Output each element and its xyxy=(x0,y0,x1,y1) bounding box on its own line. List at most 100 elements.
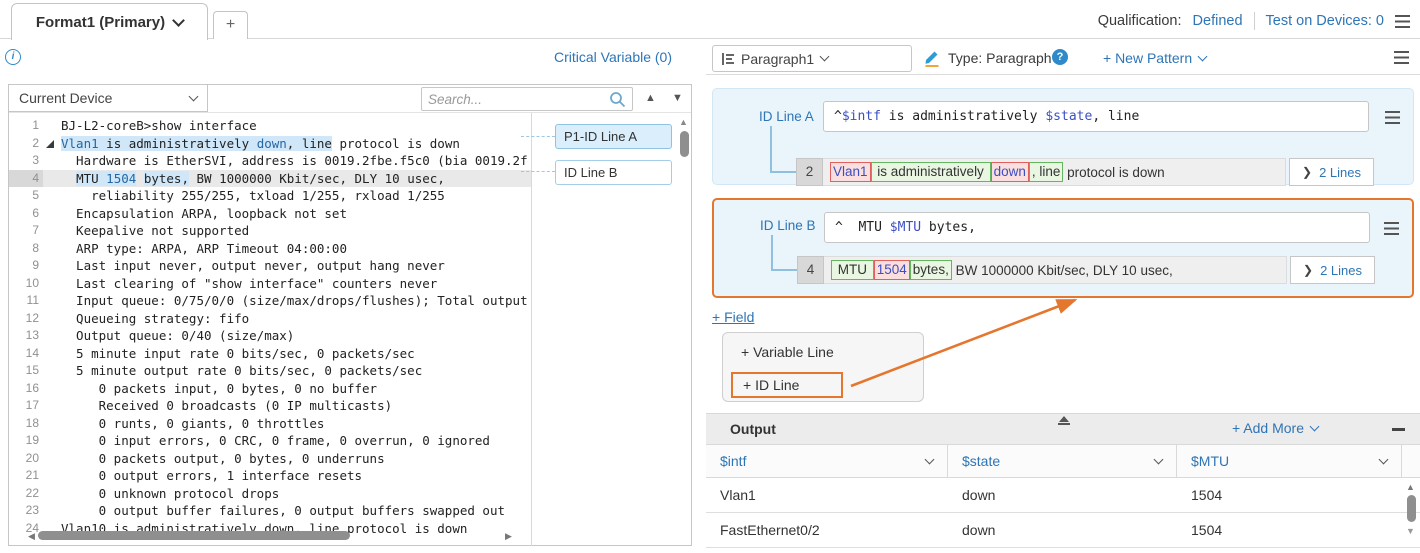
connector xyxy=(771,269,797,271)
add-more-button[interactable]: + Add More xyxy=(1232,420,1318,436)
code-line[interactable]: 9 Last input never, output never, output… xyxy=(9,257,531,275)
table-row[interactable]: Vlan1down1504 xyxy=(706,478,1420,513)
code-line[interactable]: 10 Last clearing of "show interface" cou… xyxy=(9,275,531,293)
id-line-a-pattern-input[interactable]: ^$intf is administratively $state, line xyxy=(823,101,1369,132)
table-cell: 1504 xyxy=(1177,478,1402,512)
id-line-b-card: ID Line B ^ MTU $MTU bytes, 4 MTU 1504by… xyxy=(712,198,1414,298)
id-line-b-menu-icon[interactable] xyxy=(1384,222,1399,235)
code-line[interactable]: 8 ARP type: ARPA, ARP Timeout 04:00:00 xyxy=(9,240,531,258)
matched-line-row[interactable]: 2 Vlan1 is administratively down, line p… xyxy=(796,158,1374,186)
code-area[interactable]: 1BJ-L2-coreB>show interface2Vlan1 is adm… xyxy=(9,113,531,545)
connector-dash xyxy=(521,136,555,137)
gutter-spacer xyxy=(43,345,61,363)
gutter-spacer xyxy=(43,117,61,135)
table-cell: FastEthernet0/2 xyxy=(706,513,948,547)
code-line[interactable]: 13 Output queue: 0/40 (size/max) xyxy=(9,327,531,345)
chevron-down-icon xyxy=(925,454,935,464)
id-line-b-pattern-input[interactable]: ^ MTU $MTU bytes, xyxy=(824,212,1370,243)
critical-variable-link[interactable]: Critical Variable (0) xyxy=(520,49,672,65)
id-line-a-menu-icon[interactable] xyxy=(1385,111,1400,124)
code-line[interactable]: 21 0 output errors, 1 interface resets xyxy=(9,467,531,485)
column-header[interactable]: $intf xyxy=(706,445,948,477)
minimize-icon[interactable] xyxy=(1392,428,1405,431)
device-dropdown[interactable]: Current Device xyxy=(8,84,208,112)
test-on-devices-link[interactable]: Test on Devices: 0 xyxy=(1266,13,1384,29)
scroll-left-icon[interactable]: ◀ xyxy=(28,531,35,542)
code-line[interactable]: 19 0 input errors, 0 CRC, 0 frame, 0 ove… xyxy=(9,432,531,450)
code-line[interactable]: 5 reliability 255/255, txload 1/255, rxl… xyxy=(9,187,531,205)
gutter-spacer xyxy=(43,257,61,275)
collapse-panel-icon[interactable] xyxy=(1057,416,1071,425)
output-title: Output xyxy=(730,421,776,437)
add-field-link[interactable]: + Field xyxy=(712,309,754,325)
gutter-spacer xyxy=(43,292,61,310)
vertical-scrollbar-thumb[interactable] xyxy=(1407,495,1416,522)
code-line[interactable]: 12 Queueing strategy: fifo xyxy=(9,310,531,328)
pattern-menu-icon[interactable] xyxy=(1394,51,1409,64)
qualification-value-link[interactable]: Defined xyxy=(1193,13,1243,29)
previous-match-button[interactable]: ▲ xyxy=(645,92,656,104)
code-line[interactable]: 23 0 output buffer failures, 0 output bu… xyxy=(9,502,531,520)
id-line-a-label: ID Line A xyxy=(759,109,814,124)
lines-count-label: 2 Lines xyxy=(1320,263,1362,278)
tab-format1[interactable]: Format1 (Primary) xyxy=(11,3,208,40)
chevron-down-icon xyxy=(1198,51,1208,61)
code-line[interactable]: 14 5 minute input rate 0 bits/sec, 0 pac… xyxy=(9,345,531,363)
output-table-header: $intf$state$MTU xyxy=(706,445,1420,478)
code-line[interactable]: 20 0 packets output, 0 bytes, 0 underrun… xyxy=(9,450,531,468)
line-label-p1-id-line-a[interactable]: P1-ID Line A xyxy=(555,124,672,149)
fold-icon[interactable] xyxy=(43,135,61,153)
horizontal-scrollbar-thumb[interactable] xyxy=(38,531,350,540)
table-cell: down xyxy=(948,478,1177,512)
search-icon[interactable] xyxy=(609,91,626,108)
divider xyxy=(531,113,532,546)
gutter-spacer xyxy=(43,275,61,293)
gutter-spacer xyxy=(43,152,61,170)
code-line[interactable]: 3 Hardware is EtherSVI, address is 0019.… xyxy=(9,152,531,170)
paragraph-dropdown[interactable]: Paragraph1 xyxy=(712,45,912,72)
lines-expand-button[interactable]: ❯ 2 Lines xyxy=(1289,158,1374,186)
scroll-right-icon[interactable]: ▶ xyxy=(505,531,512,542)
new-pattern-label: + New Pattern xyxy=(1103,50,1192,66)
lines-expand-button[interactable]: ❯ 2 Lines xyxy=(1290,256,1375,284)
column-header[interactable]: $MTU xyxy=(1177,445,1402,477)
new-pattern-button[interactable]: + New Pattern xyxy=(1103,50,1206,66)
paragraph-dropdown-value: Paragraph1 xyxy=(741,51,814,67)
chevron-down-icon xyxy=(1154,454,1164,464)
scroll-up-icon[interactable]: ▲ xyxy=(679,117,688,127)
code-line[interactable]: 22 0 unknown protocol drops xyxy=(9,485,531,503)
vertical-scrollbar-thumb[interactable] xyxy=(680,131,689,157)
line-label-id-line-b[interactable]: ID Line B xyxy=(555,160,672,185)
gutter-spacer xyxy=(43,380,61,398)
scroll-down-icon[interactable]: ▼ xyxy=(1406,526,1415,536)
chevron-down-icon xyxy=(820,52,830,62)
edit-pencil-icon[interactable] xyxy=(923,48,941,67)
gutter-spacer xyxy=(43,240,61,258)
column-header[interactable]: $state xyxy=(948,445,1177,477)
menu-item-variable-line[interactable]: + Variable Line xyxy=(741,344,834,360)
code-line[interactable]: 4 MTU 1504 bytes, BW 1000000 Kbit/sec, D… xyxy=(9,170,531,188)
help-icon[interactable]: ? xyxy=(1052,49,1068,65)
code-line[interactable]: 6 Encapsulation ARPA, loopback not set xyxy=(9,205,531,223)
scroll-up-icon[interactable]: ▲ xyxy=(1406,482,1415,492)
matched-line-row[interactable]: 4 MTU 1504bytes, BW 1000000 Kbit/sec, DL… xyxy=(797,256,1375,284)
code-line[interactable]: 17 Received 0 broadcasts (0 IP multicast… xyxy=(9,397,531,415)
code-line[interactable]: 7 Keepalive not supported xyxy=(9,222,531,240)
menu-item-id-line[interactable]: + ID Line xyxy=(731,372,843,398)
search-input[interactable] xyxy=(428,92,609,107)
code-line[interactable]: 11 Input queue: 0/75/0/0 (size/max/drops… xyxy=(9,292,531,310)
code-line[interactable]: 18 0 runts, 0 giants, 0 throttles xyxy=(9,415,531,433)
code-line[interactable]: 2Vlan1 is administratively down, line pr… xyxy=(9,135,531,153)
chevron-down-icon xyxy=(172,14,185,27)
gutter-spacer xyxy=(43,310,61,328)
next-match-button[interactable]: ▼ xyxy=(672,92,683,104)
code-line[interactable]: 1BJ-L2-coreB>show interface xyxy=(9,117,531,135)
topbar-menu-icon[interactable] xyxy=(1395,15,1410,28)
code-line[interactable]: 15 5 minute output rate 0 bits/sec, 0 pa… xyxy=(9,362,531,380)
code-line[interactable]: 16 0 packets input, 0 bytes, 0 no buffer xyxy=(9,380,531,398)
table-row[interactable]: FastEthernet0/2down1504 xyxy=(706,513,1420,548)
info-icon[interactable]: i xyxy=(5,49,21,65)
add-tab-button[interactable]: + xyxy=(213,11,248,39)
device-dropdown-value: Current Device xyxy=(19,90,112,106)
search-box xyxy=(421,87,633,111)
